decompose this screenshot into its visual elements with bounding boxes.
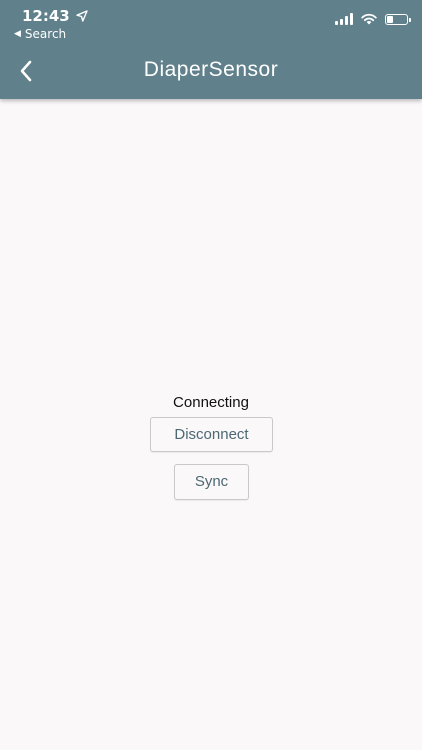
page-title: DiaperSensor <box>143 58 279 81</box>
location-arrow-icon <box>76 10 88 22</box>
disconnect-button[interactable]: Disconnect <box>150 417 273 452</box>
status-indicators <box>335 13 411 25</box>
status-back-label: Search <box>24 27 67 41</box>
top-bar: 12:43 ◀ Search DiaperSensor <box>0 0 422 99</box>
connection-status: Connecting <box>173 394 249 411</box>
time-label: 12:43 <box>22 7 70 25</box>
main-content: Connecting Disconnect Sync <box>0 99 422 750</box>
status-back-to-app[interactable]: ◀ Search <box>14 27 66 41</box>
sync-button[interactable]: Sync <box>174 464 249 500</box>
status-time: 12:43 <box>22 7 88 25</box>
battery-icon <box>385 13 411 25</box>
back-triangle-icon: ◀ <box>14 29 21 39</box>
battery-level <box>387 15 393 23</box>
wifi-icon <box>361 13 377 25</box>
cellular-signal-icon <box>335 13 353 25</box>
